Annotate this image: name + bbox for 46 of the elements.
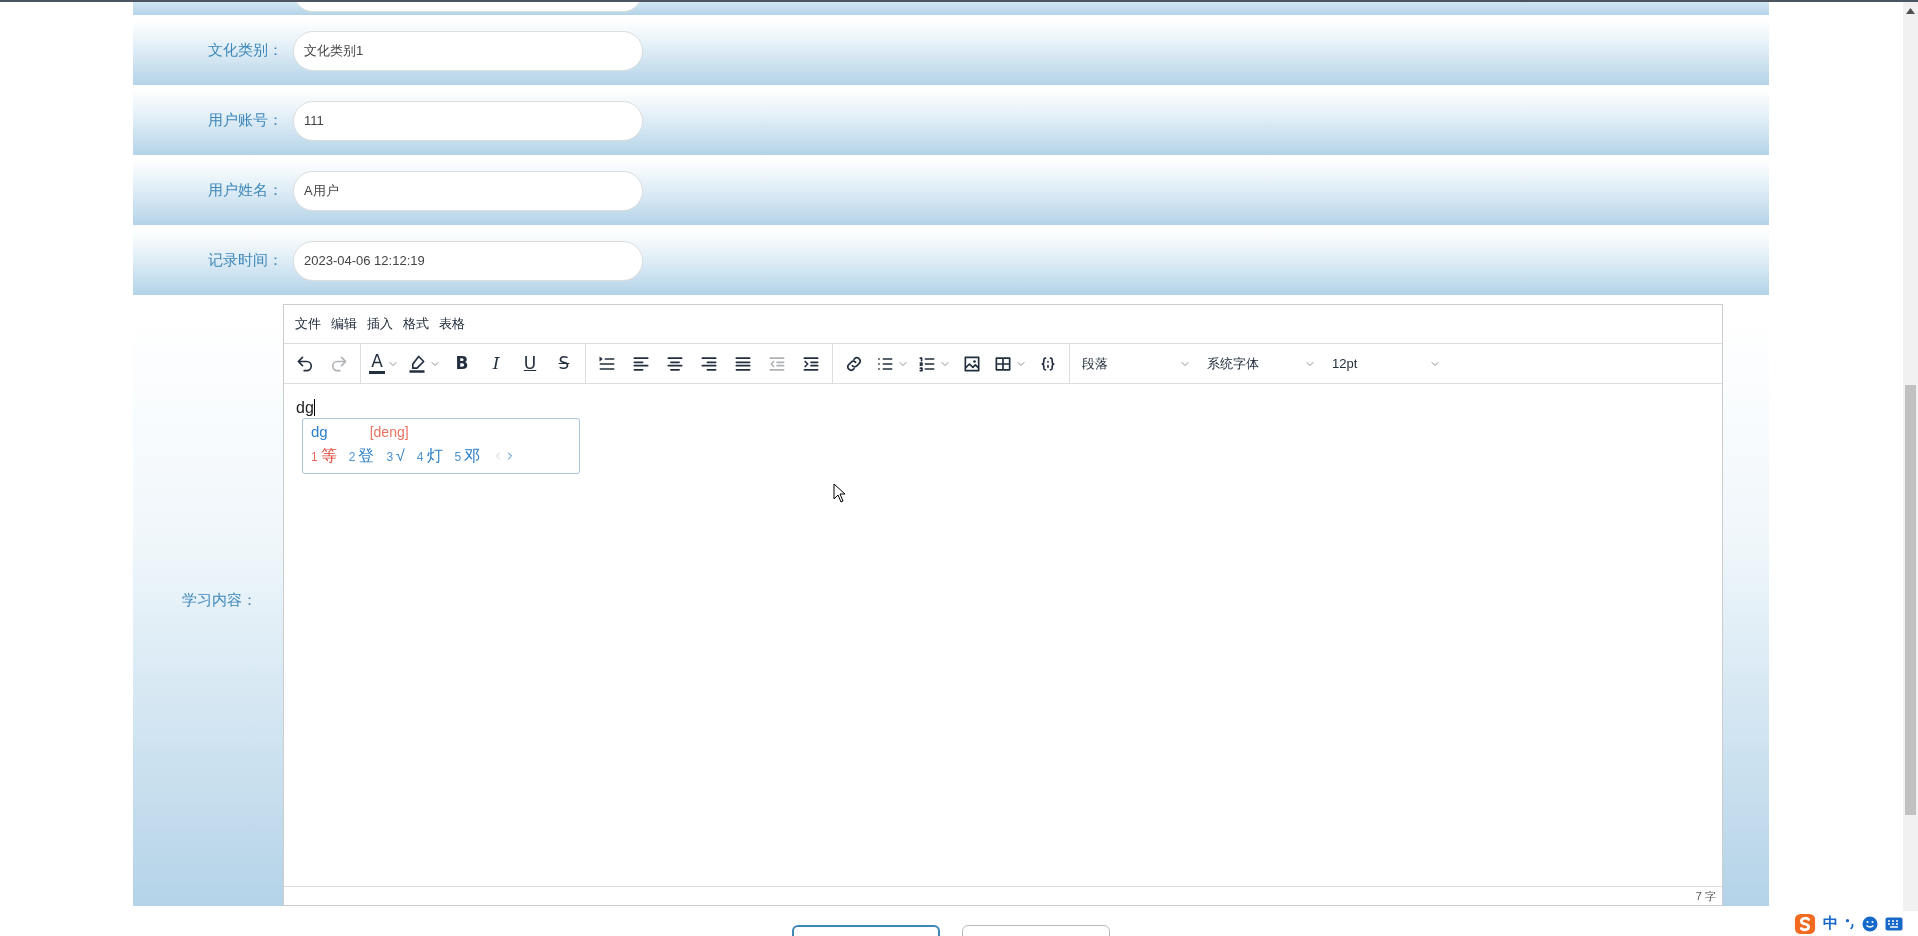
- scrollbar-thumb[interactable]: [1905, 385, 1916, 815]
- menu-item[interactable]: 插入: [362, 314, 398, 334]
- menu-item[interactable]: 编辑: [326, 314, 362, 334]
- smiley-icon[interactable]: [1862, 915, 1878, 932]
- text-field[interactable]: 111: [293, 100, 643, 141]
- editor-content-area[interactable]: dg dg [deng] 1 等 2 登 3 √ 4 灯 5 邓: [284, 384, 1722, 886]
- field-label: 学习内容：: [181, 590, 258, 611]
- text-field[interactable]: 文化类别1: [293, 30, 643, 71]
- ime-logo-icon[interactable]: [1794, 912, 1816, 935]
- text-field[interactable]: A用户: [293, 170, 643, 211]
- candidate-item[interactable]: 4 灯: [416, 443, 443, 468]
- field-label: 文化类别：: [207, 40, 283, 61]
- dropdown-label: 段落: [1082, 354, 1108, 373]
- menu-item[interactable]: 文件: [290, 314, 326, 334]
- menu-item[interactable]: 表格: [434, 314, 470, 334]
- dropdown-label: 系统字体: [1207, 354, 1259, 373]
- undo-icon: [295, 353, 315, 374]
- candidate-item[interactable]: 5 邓: [454, 443, 481, 468]
- word-count: 7 字: [1695, 888, 1716, 904]
- candidate-item[interactable]: 1 等: [311, 443, 337, 468]
- dropdown-label: 12pt: [1332, 354, 1358, 373]
- ime-input-text: dg: [311, 422, 328, 442]
- editor-text: dg: [296, 399, 315, 416]
- pinyin-hint: [deng]: [369, 422, 409, 442]
- text-color-button[interactable]: A: [365, 347, 403, 380]
- field-label: 用户姓名：: [207, 180, 283, 201]
- field-label: 记录时间：: [207, 250, 283, 271]
- format-button[interactable]: U: [513, 347, 547, 380]
- format-button[interactable]: S: [547, 347, 581, 380]
- format-button[interactable]: B: [445, 347, 479, 380]
- menu-item[interactable]: 格式: [398, 314, 434, 334]
- dropdown[interactable]: 12pt: [1324, 347, 1449, 380]
- format-button[interactable]: I: [479, 347, 513, 380]
- dropdown[interactable]: 系统字体: [1199, 347, 1324, 380]
- keyboard-icon[interactable]: [1885, 916, 1903, 931]
- mouse-pointer-icon: [833, 483, 847, 503]
- input-mode-toggle[interactable]: 中: [1823, 912, 1838, 935]
- candidate-item[interactable]: 2 登: [348, 443, 375, 468]
- candidate-item[interactable]: 3 √: [386, 443, 405, 468]
- redo-icon: [329, 353, 349, 374]
- field-label: 用户账号：: [207, 110, 283, 131]
- text-field[interactable]: 2023-04-06 12:12:19: [293, 240, 643, 281]
- scroll-up-icon[interactable]: [1906, 8, 1915, 14]
- dropdown[interactable]: 段落: [1074, 347, 1199, 380]
- highlighter-icon: [407, 353, 427, 374]
- punctuation-icon[interactable]: [1845, 916, 1855, 931]
